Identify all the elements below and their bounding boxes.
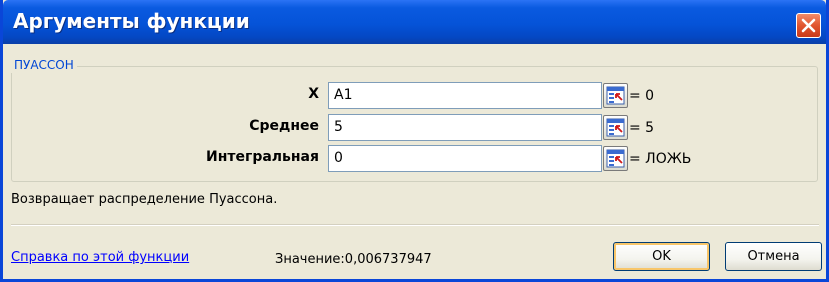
- argument-result-mean: = 5: [629, 120, 655, 136]
- argument-input-cumulative[interactable]: 0: [328, 145, 602, 172]
- argument-label-mean: Среднее: [249, 118, 319, 134]
- help-link[interactable]: Справка по этой функции: [11, 250, 189, 265]
- argument-label-cumulative: Интегральная: [206, 149, 319, 165]
- close-icon: [801, 18, 816, 33]
- argument-input-x[interactable]: A1: [328, 82, 602, 109]
- title-bar[interactable]: Аргументы функции: [3, 0, 826, 44]
- collapse-dialog-icon: [606, 149, 625, 168]
- function-description: Возвращает распределение Пуассона.: [11, 192, 278, 207]
- divider: [11, 224, 819, 226]
- function-arguments-dialog: Аргументы функции ПУАССОН X A1 = 0 Средн…: [0, 0, 829, 282]
- dialog-title: Аргументы функции: [13, 9, 250, 33]
- ok-button[interactable]: OK: [613, 242, 710, 271]
- cancel-button[interactable]: Отмена: [725, 242, 822, 271]
- argument-label-x: X: [308, 86, 319, 102]
- collapse-dialog-button-x[interactable]: [603, 83, 628, 108]
- argument-input-mean[interactable]: 5: [328, 114, 602, 141]
- collapse-dialog-button-cumulative[interactable]: [603, 146, 628, 171]
- argument-result-cumulative: = ЛОЖЬ: [629, 151, 692, 167]
- function-name: ПУАССОН: [11, 57, 77, 73]
- argument-result-x: = 0: [629, 88, 655, 104]
- collapse-dialog-icon: [606, 86, 625, 105]
- collapse-dialog-icon: [606, 118, 625, 137]
- collapse-dialog-button-mean[interactable]: [603, 115, 628, 140]
- close-button[interactable]: [796, 13, 821, 38]
- formula-result-value: Значение:0,006737947: [275, 252, 432, 267]
